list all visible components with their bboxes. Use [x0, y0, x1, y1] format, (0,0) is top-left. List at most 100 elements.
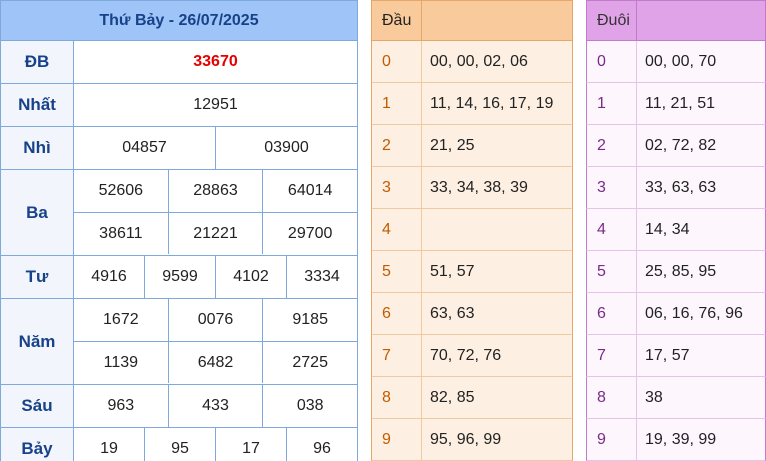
duoi-row: 5 25, 85, 95 — [586, 251, 766, 293]
duoi-rows: 0 00, 00, 70 1 11, 21, 51 2 02, 72, 82 3 33, 63… — [586, 41, 766, 461]
dau-values: 70, 72, 76 — [430, 346, 502, 364]
prize-numbers: 12951 — [74, 84, 358, 126]
duoi-digit: 2 — [587, 125, 637, 166]
duoi-values: 33, 63, 63 — [645, 178, 717, 196]
prize-row: Sáu 963 433 038 — [0, 385, 358, 428]
duoi-row: 2 02, 72, 82 — [586, 125, 766, 167]
prize-number: 4916 — [91, 268, 127, 285]
duoi-digit: 1 — [587, 83, 637, 124]
prize-number: 03900 — [215, 127, 357, 169]
dau-row: 5 51, 57 — [371, 251, 573, 293]
prize-number: 3334 — [286, 256, 357, 298]
duoi-values: 17, 57 — [645, 346, 690, 364]
prize-numbers: 19 95 17 96 — [74, 428, 358, 461]
dau-values: 11, 14, 16, 17, 19 — [430, 94, 554, 112]
prize-number-line: 38611 21221 29700 — [74, 212, 357, 254]
dau-digit: 6 — [372, 293, 422, 334]
prize-number: 1139 — [103, 353, 139, 371]
prize-number: 52606 — [98, 182, 144, 199]
prize-row: Tư 4916 9599 4102 3334 — [0, 256, 358, 299]
prize-label: Năm — [0, 299, 74, 384]
dau-row: 4 — [371, 209, 573, 251]
dau-digit: 1 — [372, 83, 422, 124]
dau-row: 0 00, 00, 02, 06 — [371, 41, 573, 83]
duoi-row: 3 33, 63, 63 — [586, 167, 766, 209]
dau-row: 1 11, 14, 16, 17, 19 — [371, 83, 573, 125]
duoi-row: 6 06, 16, 76, 96 — [586, 293, 766, 335]
prize-numbers: 963 433 038 — [74, 385, 358, 427]
prize-numbers: 52606 28863 64014 38611 21221 29700 — [74, 170, 358, 255]
prize-number-line: 4916 9599 4102 3334 — [74, 256, 357, 298]
duoi-values: 38 — [645, 388, 663, 406]
prize-number: 038 — [262, 385, 357, 427]
prize-number-line: 33670 — [74, 41, 357, 83]
dau-digit: 3 — [372, 167, 422, 208]
dau-title: Đầu — [372, 1, 422, 40]
prize-number: 28863 — [167, 170, 263, 212]
duoi-row: 0 00, 00, 70 — [586, 41, 766, 83]
duoi-digit: 0 — [587, 41, 637, 82]
dau-digit: 8 — [372, 377, 422, 418]
prize-number: 6482 — [167, 342, 263, 383]
duoi-panel: Đuôi 0 00, 00, 70 1 11, 21, 51 2 02, 72, 82 3 3… — [586, 0, 766, 461]
duoi-digit: 6 — [587, 293, 637, 334]
prize-number-line: 52606 28863 64014 — [74, 170, 357, 212]
duoi-title: Đuôi — [587, 1, 637, 40]
duoi-values: 19, 39, 99 — [645, 430, 717, 448]
prize-row: Nhì 04857 03900 — [0, 127, 358, 170]
prize-numbers: 4916 9599 4102 3334 — [74, 256, 358, 298]
prize-number: 433 — [167, 385, 263, 427]
prize-number: 2725 — [262, 342, 357, 383]
results-table: Thứ Bảy - 26/07/2025 ĐB 33670 Nhất 12951 Nhì… — [0, 0, 358, 461]
dau-digit: 9 — [372, 419, 422, 460]
dau-row: 6 63, 63 — [371, 293, 573, 335]
duoi-row: 7 17, 57 — [586, 335, 766, 377]
duoi-header-blank — [637, 1, 765, 40]
prize-number-line: 19 95 17 96 — [74, 428, 357, 461]
dau-digit: 5 — [372, 251, 422, 292]
prize-number: 96 — [286, 428, 357, 461]
prize-number: 1672 — [103, 311, 139, 328]
dau-values: 95, 96, 99 — [430, 430, 502, 448]
prize-row: Ba 52606 28863 64014 38611 21221 29700 — [0, 170, 358, 256]
dau-row: 9 95, 96, 99 — [371, 419, 573, 461]
duoi-digit: 7 — [587, 335, 637, 376]
special-prize-number: 33670 — [193, 53, 238, 70]
prize-number: 95 — [144, 428, 215, 461]
prize-number: 38611 — [99, 224, 143, 242]
duoi-row: 8 38 — [586, 377, 766, 419]
duoi-digit: 5 — [587, 251, 637, 292]
dau-rows: 0 00, 00, 02, 06 1 11, 14, 16, 17, 19 2 21, 2… — [371, 41, 573, 461]
duoi-row: 9 19, 39, 99 — [586, 419, 766, 461]
dau-header-blank — [422, 1, 572, 40]
prize-number: 9599 — [144, 256, 215, 298]
dau-panel: Đầu 0 00, 00, 02, 06 1 11, 14, 16, 17, 19 2 2… — [371, 0, 573, 461]
prize-numbers: 1672 0076 9185 1139 6482 2725 — [74, 299, 358, 384]
dau-values: 82, 85 — [430, 388, 475, 406]
dau-row: 3 33, 34, 38, 39 — [371, 167, 573, 209]
prize-number: 17 — [215, 428, 286, 461]
prize-row: Bảy 19 95 17 96 — [0, 428, 358, 461]
prize-number-line: 963 433 038 — [74, 385, 357, 427]
prize-label: ĐB — [0, 41, 74, 83]
prize-number-line: 1672 0076 9185 — [74, 299, 357, 341]
prize-label: Bảy — [0, 428, 74, 461]
prize-row: Năm 1672 0076 9185 1139 6482 2725 — [0, 299, 358, 385]
prize-number: 12951 — [193, 96, 238, 113]
prize-number-line: 1139 6482 2725 — [74, 341, 357, 383]
prize-number: 19 — [100, 440, 118, 457]
duoi-digit: 4 — [587, 209, 637, 250]
prize-label: Nhì — [0, 127, 74, 169]
dau-row: 7 70, 72, 76 — [371, 335, 573, 377]
dau-header: Đầu — [371, 0, 573, 41]
results-title: Thứ Bảy - 26/07/2025 — [0, 0, 358, 41]
dau-values — [422, 209, 572, 250]
duoi-header: Đuôi — [586, 0, 766, 41]
prize-number: 21221 — [167, 213, 263, 254]
dau-digit: 7 — [372, 335, 422, 376]
duoi-values: 00, 00, 70 — [645, 52, 717, 70]
duoi-values: 06, 16, 76, 96 — [645, 304, 743, 322]
dau-values: 21, 25 — [430, 136, 475, 154]
prize-number: 29700 — [262, 213, 357, 254]
duoi-row: 4 14, 34 — [586, 209, 766, 251]
